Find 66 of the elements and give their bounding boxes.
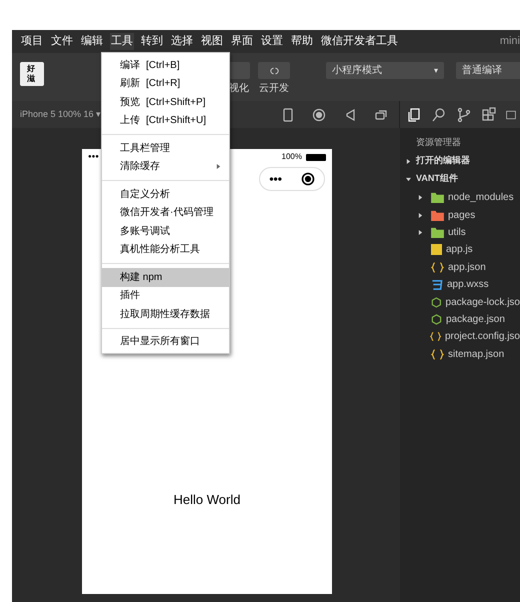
avatar-logo[interactable]: 好滋 bbox=[20, 62, 44, 86]
capsule-button[interactable]: ••• bbox=[259, 167, 325, 191]
file-item[interactable]: app.json bbox=[400, 258, 520, 276]
menu-item[interactable]: 编辑 bbox=[80, 33, 104, 50]
menu-option[interactable]: 插件 bbox=[102, 286, 229, 305]
menu-option[interactable]: 真机性能分析工具 bbox=[102, 240, 229, 259]
battery-percent: 100% bbox=[282, 151, 302, 163]
menu-option[interactable]: 编译 [Ctrl+B] bbox=[102, 56, 229, 74]
file-item[interactable]: app.js bbox=[400, 241, 520, 259]
menu-option[interactable]: 多账号调试 bbox=[102, 222, 229, 240]
page-text: Hello World bbox=[174, 491, 240, 509]
braces-icon bbox=[430, 331, 441, 342]
branch-icon[interactable] bbox=[456, 106, 472, 122]
file-item[interactable]: utils bbox=[400, 224, 520, 242]
menu-option[interactable]: 居中显示所有窗口 bbox=[102, 332, 229, 351]
js-file-icon bbox=[431, 244, 442, 256]
mode-select[interactable]: 小程序模式 ▾ bbox=[326, 62, 444, 79]
file-item[interactable]: app.wxss bbox=[400, 276, 520, 294]
link-icon bbox=[268, 66, 280, 74]
menu-item[interactable]: 界面 bbox=[230, 33, 254, 50]
chevron-icon bbox=[406, 176, 411, 182]
record-icon bbox=[300, 172, 315, 186]
file-item[interactable]: project.config.jso bbox=[400, 328, 520, 346]
file-item[interactable]: node_modules bbox=[400, 189, 520, 206]
menu-item[interactable]: 文件 bbox=[50, 33, 74, 50]
device-select[interactable]: iPhone 5 100% 16 ▾ bbox=[20, 108, 102, 122]
menu-option[interactable]: 预览 [Ctrl+Shift+P] bbox=[102, 93, 229, 112]
menu-item[interactable]: 微信开发者工具 bbox=[320, 33, 399, 50]
section-header[interactable]: VANT组件 bbox=[400, 170, 520, 188]
record-icon[interactable] bbox=[311, 106, 327, 122]
search-icon[interactable] bbox=[431, 106, 447, 122]
window-title: mini bbox=[500, 34, 520, 50]
menu-item[interactable]: 项目 bbox=[20, 33, 44, 50]
hexagon-icon bbox=[430, 296, 442, 308]
section-header[interactable]: 打开的编辑器 bbox=[400, 152, 520, 170]
toolbar-label: 云开发 bbox=[259, 82, 289, 96]
braces-icon bbox=[431, 262, 444, 273]
menu-item[interactable]: 帮助 bbox=[290, 33, 314, 50]
battery-icon bbox=[306, 154, 326, 160]
toolbar-button[interactable] bbox=[228, 62, 250, 79]
compile-select[interactable]: 普通编译 bbox=[456, 62, 520, 79]
css-file-icon bbox=[431, 279, 443, 290]
toolbar-label: 视化 bbox=[229, 82, 249, 96]
hexagon-icon bbox=[431, 314, 442, 325]
copy-icon[interactable] bbox=[406, 106, 422, 122]
menu-option[interactable]: 上传 [Ctrl+Shift+U] bbox=[102, 112, 229, 130]
menu-option[interactable]: 拉取周期性缓存数据 bbox=[102, 305, 229, 324]
menu-option[interactable]: 刷新 [Ctrl+R] bbox=[102, 74, 229, 93]
braces-icon bbox=[431, 348, 444, 360]
file-item[interactable]: pages bbox=[400, 206, 520, 224]
file-item[interactable]: package.json bbox=[400, 310, 520, 328]
menu-item[interactable]: 转到 bbox=[140, 33, 164, 50]
menu-option[interactable]: 清除缓存 bbox=[102, 158, 229, 176]
file-item[interactable]: sitemap.json bbox=[400, 346, 520, 363]
menu-item[interactable]: 选择 bbox=[170, 33, 194, 50]
menu-option[interactable]: 微信开发者·代码管理 bbox=[102, 204, 229, 222]
menu-option[interactable]: 构建 npm bbox=[102, 268, 229, 286]
menu-option[interactable]: 自定义分析 bbox=[102, 185, 229, 204]
panel-title: 资源管理器 bbox=[415, 136, 462, 149]
menu-item[interactable]: 视图 bbox=[200, 33, 224, 50]
file-item[interactable]: package-lock.jso bbox=[400, 293, 520, 311]
menu-option[interactable]: 工具栏管理 bbox=[102, 139, 229, 158]
menu-item[interactable]: 工具 bbox=[110, 33, 134, 50]
grid-icon[interactable] bbox=[481, 106, 497, 122]
chevron-icon bbox=[406, 158, 411, 164]
menu-item[interactable]: 设置 bbox=[260, 33, 284, 50]
